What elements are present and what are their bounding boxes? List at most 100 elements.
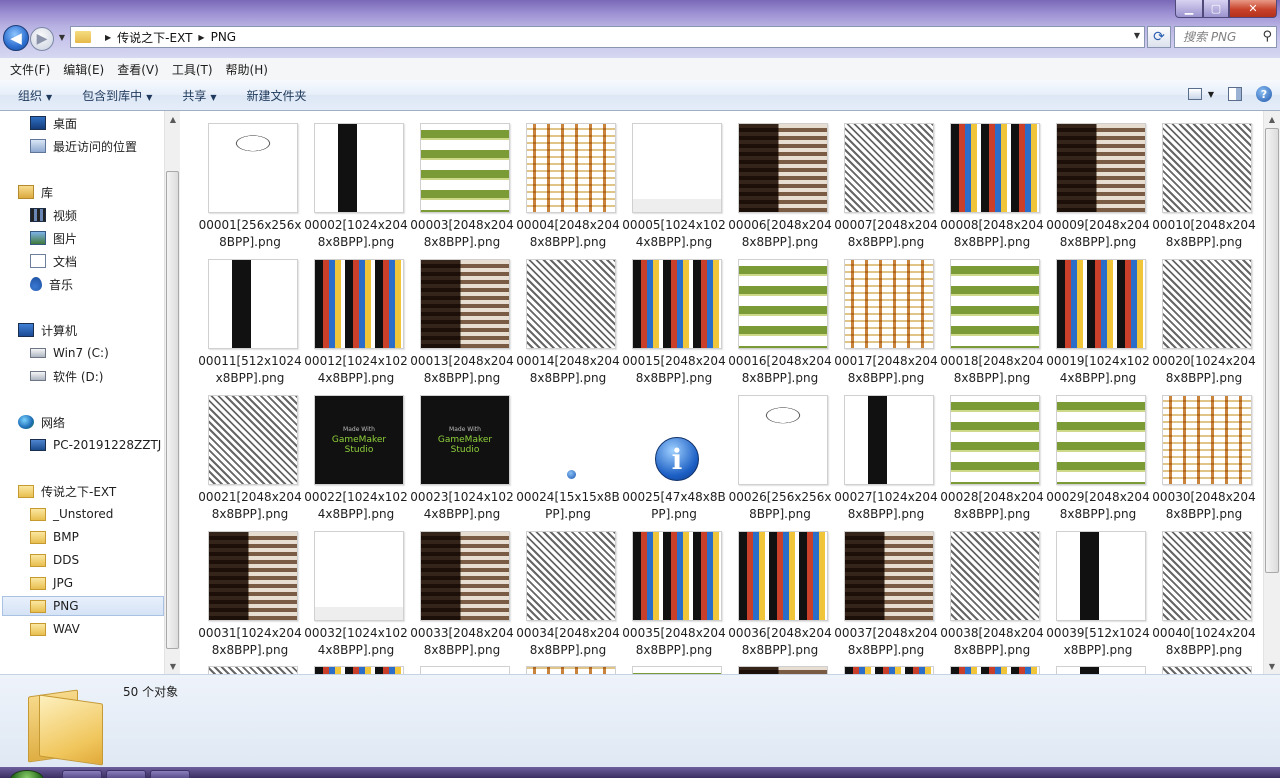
share-button[interactable]: 共享 ▼ (174, 83, 224, 108)
file-item[interactable]: 00040[1024x2048x8BPP].png (1151, 530, 1257, 666)
thumbnail-partial[interactable] (738, 666, 828, 674)
file-item[interactable]: 00015[2048x2048x8BPP].png (621, 258, 727, 394)
file-item[interactable]: 00031[1024x2048x8BPP].png (197, 530, 303, 666)
file-item[interactable]: 00006[2048x2048x8BPP].png (727, 122, 833, 258)
file-item[interactable]: 00038[2048x2048x8BPP].png (939, 530, 1045, 666)
forward-button[interactable]: ▶ (30, 27, 54, 51)
file-item[interactable]: 00019[1024x1024x8BPP].png (1045, 258, 1151, 394)
thumbnail-partial[interactable] (1162, 666, 1252, 674)
file-item[interactable]: 00029[2048x2048x8BPP].png (1045, 394, 1151, 530)
breadcrumb-chevron-icon[interactable]: ▶ (198, 33, 204, 42)
thumbnail-partial[interactable] (1056, 666, 1146, 674)
nav-folder-wav[interactable]: WAV (30, 619, 80, 639)
nav-drive-c[interactable]: Win7 (C:) (30, 343, 109, 363)
file-item[interactable]: 00016[2048x2048x8BPP].png (727, 258, 833, 394)
breadcrumb-current[interactable]: PNG (211, 30, 237, 44)
file-item[interactable]: 00028[2048x2048x8BPP].png (939, 394, 1045, 530)
thumbnail-partial[interactable] (632, 666, 722, 674)
taskbar-button[interactable] (106, 770, 146, 778)
thumbnail-partial[interactable] (208, 666, 298, 674)
thumbnail-partial[interactable] (314, 666, 404, 674)
scroll-up-icon[interactable]: ▲ (1264, 111, 1280, 127)
menu-edit[interactable]: 编辑(E) (63, 61, 104, 78)
nav-folder-dds[interactable]: DDS (30, 550, 79, 570)
nav-recent[interactable]: 最近访问的位置 (30, 136, 137, 156)
maximize-button[interactable]: ▢ (1203, 0, 1229, 18)
menu-view[interactable]: 查看(V) (117, 61, 159, 78)
search-icon[interactable]: ⚲ (1262, 29, 1272, 44)
breadcrumb-root[interactable]: 传说之下-EXT (117, 29, 192, 46)
thumbnail-partial[interactable] (844, 666, 934, 674)
file-item[interactable]: Made With GameMaker Studio 00022[1024x1024x… (303, 394, 409, 530)
file-item[interactable]: 00033[2048x2048x8BPP].png (409, 530, 515, 666)
nav-documents[interactable]: 文档 (30, 251, 77, 271)
file-item[interactable]: 00035[2048x2048x8BPP].png (621, 530, 727, 666)
file-item[interactable]: 00007[2048x2048x8BPP].png (833, 122, 939, 258)
nav-scrollbar-thumb[interactable] (166, 171, 179, 649)
file-item[interactable]: 00013[2048x2048x8BPP].png (409, 258, 515, 394)
content-scrollbar[interactable]: ▲ ▼ (1263, 111, 1280, 674)
nav-network[interactable]: 网络 (18, 412, 65, 432)
nav-root-folder[interactable]: 传说之下-EXT (18, 481, 116, 501)
file-item[interactable]: 00037[2048x2048x8BPP].png (833, 530, 939, 666)
address-bar[interactable]: ▶ 传说之下-EXT ▶ PNG ▼ (70, 26, 1145, 48)
back-button[interactable]: ◀ (3, 25, 29, 51)
refresh-button[interactable]: ⟳ (1147, 26, 1171, 48)
minimize-button[interactable]: ▁ (1175, 0, 1203, 18)
file-item[interactable]: Made With GameMaker Studio 00023[1024x1024x… (409, 394, 515, 530)
file-item[interactable]: 00011[512x1024x8BPP].png (197, 258, 303, 394)
file-item[interactable]: 00036[2048x2048x8BPP].png (727, 530, 833, 666)
nav-computer[interactable]: 计算机 (18, 320, 77, 340)
file-item[interactable]: 00010[2048x2048x8BPP].png (1151, 122, 1257, 258)
file-item[interactable]: 00018[2048x2048x8BPP].png (939, 258, 1045, 394)
history-dropdown-icon[interactable]: ▼ (56, 33, 68, 43)
menu-help[interactable]: 帮助(H) (226, 61, 268, 78)
thumbnail-partial[interactable] (420, 666, 510, 674)
file-item[interactable]: 00027[1024x2048x8BPP].png (833, 394, 939, 530)
taskbar-button[interactable] (150, 770, 190, 778)
preview-pane-icon[interactable] (1228, 87, 1242, 101)
file-item[interactable]: 00009[2048x2048x8BPP].png (1045, 122, 1151, 258)
file-item[interactable]: 00024[15x15x8BPP].png (515, 394, 621, 530)
search-input[interactable] (1183, 30, 1253, 44)
include-in-library-button[interactable]: 包含到库中 ▼ (74, 83, 160, 108)
file-item[interactable]: 00003[2048x2048x8BPP].png (409, 122, 515, 258)
nav-folder-bmp[interactable]: BMP (30, 527, 79, 547)
thumbnail-partial[interactable] (950, 666, 1040, 674)
file-item[interactable]: 00020[1024x2048x8BPP].png (1151, 258, 1257, 394)
thumbnail-partial[interactable] (526, 666, 616, 674)
new-folder-button[interactable]: 新建文件夹 (239, 83, 315, 108)
file-item[interactable]: 00026[256x256x8BPP].png (727, 394, 833, 530)
nav-network-host[interactable]: PC-20191228ZZTJ (30, 435, 161, 455)
nav-scrollbar[interactable]: ▲ ▼ (164, 111, 180, 674)
nav-folder-jpg[interactable]: JPG (30, 573, 73, 593)
change-view-button[interactable]: ▼ (1187, 88, 1214, 100)
breadcrumb-chevron-icon[interactable]: ▶ (105, 33, 111, 42)
menu-file[interactable]: 文件(F) (10, 61, 50, 78)
file-item[interactable]: 00021[2048x2048x8BPP].png (197, 394, 303, 530)
nav-folder-png[interactable]: PNG (2, 596, 164, 616)
nav-pictures[interactable]: 图片 (30, 228, 77, 248)
search-box[interactable]: ⚲ (1174, 26, 1277, 48)
nav-desktop[interactable]: 桌面 (30, 113, 77, 133)
start-button[interactable] (10, 770, 44, 778)
help-icon[interactable]: ? (1256, 86, 1272, 102)
organize-button[interactable]: 组织 ▼ (10, 83, 60, 108)
file-item[interactable]: i 00025[47x48x8BPP].png (621, 394, 727, 530)
menu-tools[interactable]: 工具(T) (172, 61, 213, 78)
file-item[interactable]: 00005[1024x1024x8BPP].png (621, 122, 727, 258)
file-item[interactable]: 00001[256x256x8BPP].png (197, 122, 303, 258)
file-item[interactable]: 00039[512x1024x8BPP].png (1045, 530, 1151, 666)
file-item[interactable]: 00034[2048x2048x8BPP].png (515, 530, 621, 666)
address-dropdown-icon[interactable]: ▼ (1134, 31, 1140, 40)
file-item[interactable]: 00004[2048x2048x8BPP].png (515, 122, 621, 258)
content-scrollbar-thumb[interactable] (1265, 128, 1279, 573)
scroll-down-icon[interactable]: ▼ (1264, 658, 1280, 674)
file-item[interactable]: 00014[2048x2048x8BPP].png (515, 258, 621, 394)
file-item[interactable]: 00017[2048x2048x8BPP].png (833, 258, 939, 394)
file-item[interactable]: 00012[1024x1024x8BPP].png (303, 258, 409, 394)
close-button[interactable]: ✕ (1229, 0, 1277, 18)
file-item[interactable]: 00032[1024x1024x8BPP].png (303, 530, 409, 666)
file-item[interactable]: 00002[1024x2048x8BPP].png (303, 122, 409, 258)
nav-libraries[interactable]: 库 (18, 182, 53, 202)
